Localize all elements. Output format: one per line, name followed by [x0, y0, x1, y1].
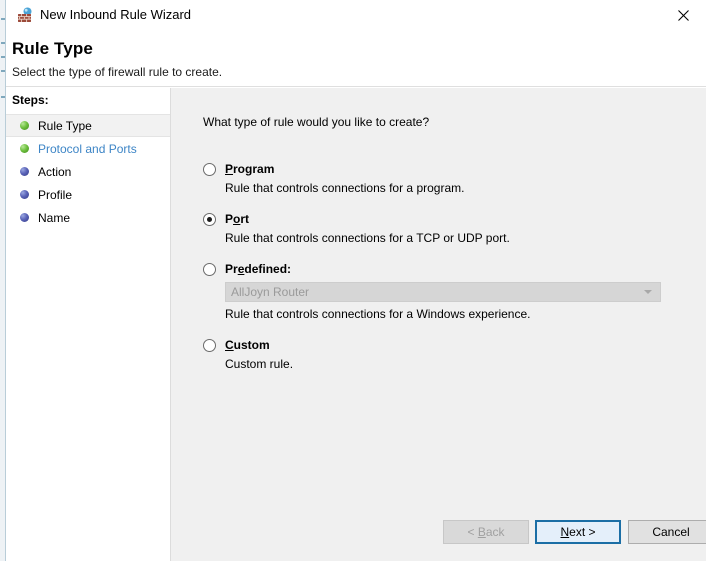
- radio-description-program: Rule that controls connections for a pro…: [225, 181, 465, 195]
- steps-label: Steps:: [12, 93, 49, 107]
- radio-label-port: Port: [225, 212, 250, 226]
- window-title: New Inbound Rule Wizard: [40, 7, 192, 22]
- radio-button-port[interactable]: [203, 213, 216, 226]
- radio-option-program[interactable]: Program Rule that controls connections fo…: [203, 162, 683, 195]
- predefined-rule-dropdown[interactable]: AllJoyn Router: [225, 282, 661, 302]
- sidebar-step-profile[interactable]: Profile: [6, 183, 170, 206]
- new-inbound-rule-wizard-window: New Inbound Rule Wizard Rule Type Select…: [0, 0, 706, 561]
- sidebar-step-action[interactable]: Action: [6, 160, 170, 183]
- sidebar-step-label: Action: [38, 164, 72, 179]
- radio-row-port[interactable]: Port: [203, 212, 683, 226]
- sidebar-step-protocol-and-ports[interactable]: Protocol and Ports: [6, 137, 170, 160]
- sidebar-step-name[interactable]: Name: [6, 206, 170, 229]
- rule-type-radio-group: Program Rule that controls connections fo…: [203, 162, 683, 371]
- steps-sidebar: Steps: Rule Type Protocol and Ports Action…: [6, 88, 171, 561]
- main-content-panel: What type of rule would you like to crea…: [171, 88, 706, 561]
- title-bar: New Inbound Rule Wizard: [6, 0, 706, 30]
- step-bullet-icon: [20, 213, 29, 222]
- radio-option-predefined[interactable]: Predefined: AllJoyn Router Rule that contr…: [203, 262, 683, 321]
- question-label: What type of rule would you like to crea…: [203, 115, 430, 129]
- radio-description-custom: Custom rule.: [225, 357, 294, 371]
- step-bullet-icon: [20, 167, 29, 176]
- close-icon[interactable]: [660, 0, 706, 30]
- radio-label-program: Program: [225, 162, 275, 176]
- next-button[interactable]: Next >: [535, 520, 621, 544]
- radio-label-predefined: Predefined:: [225, 262, 292, 276]
- step-bullet-icon: [20, 144, 29, 153]
- wizard-footer: < Back Next > Cancel: [171, 505, 706, 561]
- chevron-down-icon: [644, 290, 652, 294]
- radio-description-predefined: Rule that controls connections for a Win…: [225, 307, 531, 321]
- sidebar-step-label: Name: [38, 210, 71, 225]
- sidebar-step-rule-type[interactable]: Rule Type: [6, 114, 170, 137]
- back-button[interactable]: < Back: [443, 520, 529, 544]
- radio-button-custom[interactable]: [203, 339, 216, 352]
- radio-row-predefined[interactable]: Predefined:: [203, 262, 683, 276]
- page-header: Rule Type Select the type of firewall ru…: [6, 30, 706, 87]
- sidebar-step-label: Protocol and Ports: [38, 141, 137, 156]
- option-spacer: [203, 195, 683, 212]
- page-title: Rule Type: [12, 39, 93, 58]
- option-spacer: [203, 245, 683, 262]
- firewall-wizard-icon: [17, 7, 33, 23]
- sidebar-step-label: Rule Type: [38, 118, 92, 133]
- radio-row-custom[interactable]: Custom: [203, 338, 683, 352]
- radio-description-port: Rule that controls connections for a TCP…: [225, 231, 510, 245]
- radio-option-port[interactable]: Port Rule that controls connections for a…: [203, 212, 683, 245]
- step-bullet-icon: [20, 190, 29, 199]
- radio-option-custom[interactable]: Custom Custom rule.: [203, 338, 683, 371]
- cancel-button[interactable]: Cancel: [628, 520, 706, 544]
- option-spacer: [203, 321, 683, 338]
- steps-list: Rule Type Protocol and Ports Action Profile…: [6, 114, 170, 229]
- page-subtitle: Select the type of firewall rule to crea…: [12, 65, 223, 79]
- radio-button-predefined[interactable]: [203, 263, 216, 276]
- sidebar-step-label: Profile: [38, 187, 73, 202]
- radio-label-custom: Custom: [225, 338, 270, 352]
- radio-row-program[interactable]: Program: [203, 162, 683, 176]
- step-bullet-icon: [20, 121, 29, 130]
- radio-button-program[interactable]: [203, 163, 216, 176]
- predefined-rule-value: AllJoyn Router: [231, 285, 310, 299]
